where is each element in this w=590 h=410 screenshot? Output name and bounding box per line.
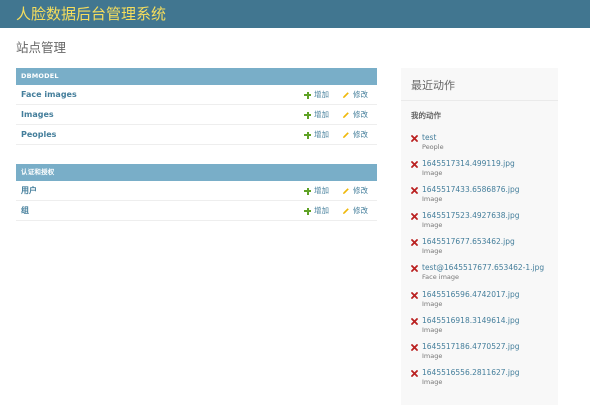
add-button[interactable]: 增加 [304,90,329,100]
delete-icon [411,343,418,351]
action-object-link[interactable]: 1645516918.3149614.jpg [422,316,520,326]
pencil-icon [343,132,349,138]
change-label: 修改 [353,206,368,215]
action-object-link[interactable]: 1645516596.4742017.jpg [422,290,520,300]
my-actions-heading: 我的动作 [411,111,441,120]
recent-actions-panel: 最近动作 我的动作 test People 1645517314.499119.… [401,68,558,405]
add-label: 增加 [314,130,329,139]
module-dbmodel: DBMODEL Face images 增加 修改 Images 增加 修改 P… [16,68,377,145]
delete-icon [411,239,418,247]
divider [401,100,558,101]
list-item: 1645517677.653462.jpg Image [411,237,556,263]
list-item: 1645517433.6586876.jpg Image [411,185,556,211]
change-label: 修改 [353,110,368,119]
recent-actions-title: 最近动作 [411,79,455,92]
list-item: 1645517186.4770527.jpg Image [411,342,556,368]
action-content-type: Image [422,325,443,334]
model-link-face-images[interactable]: Face images [21,90,77,100]
table-row: 用户 增加 修改 [16,181,377,201]
site-brand-link[interactable]: 人脸数据后台管理系统 [16,4,166,24]
action-content-type: Image [422,247,443,256]
change-button[interactable]: 修改 [342,206,368,216]
action-object-link[interactable]: 1645517186.4770527.jpg [422,342,520,352]
add-icon [304,111,311,119]
change-label: 修改 [353,130,368,139]
add-button[interactable]: 增加 [304,130,329,140]
action-object-link[interactable]: 1645517523.4927638.jpg [422,211,520,221]
add-icon [304,187,311,195]
list-item: test@1645517677.653462-1.jpg Face image [411,263,556,289]
action-object-link[interactable]: 1645517314.499119.jpg [422,159,515,169]
delete-icon [411,187,418,195]
action-content-type: Image [422,195,443,204]
delete-icon [411,213,418,221]
list-item: 1645517314.499119.jpg Image [411,159,556,185]
module-caption[interactable]: DBMODEL [16,68,377,85]
add-label: 增加 [314,90,329,99]
add-button[interactable]: 增加 [304,110,329,120]
list-item: 1645516556.2811627.jpg Image [411,368,556,394]
model-link-groups[interactable]: 组 [21,206,29,216]
module-auth: 认证和授权 用户 增加 修改 组 增加 修改 [16,164,377,221]
table-row: Images 增加 修改 [16,105,377,125]
list-item: 1645516596.4742017.jpg Image [411,290,556,316]
change-button[interactable]: 修改 [342,110,368,120]
action-content-type: Image [422,169,443,178]
action-content-type: Face image [422,273,460,282]
add-button[interactable]: 增加 [304,206,329,216]
module-caption[interactable]: 认证和授权 [16,164,377,181]
action-object-link[interactable]: test [422,133,436,143]
list-item: 1645516918.3149614.jpg Image [411,316,556,342]
action-object-link[interactable]: 1645517677.653462.jpg [422,237,515,247]
change-label: 修改 [353,186,368,195]
delete-icon [411,291,418,299]
site-header: 人脸数据后台管理系统 [0,0,590,28]
add-icon [304,131,311,139]
add-icon [304,207,311,215]
change-button[interactable]: 修改 [342,90,368,100]
list-item: 1645517523.4927638.jpg Image [411,211,556,237]
action-content-type: People [422,143,444,151]
action-content-type: Image [422,299,443,308]
add-label: 增加 [314,206,329,215]
table-row: Face images 增加 修改 [16,85,377,105]
actions-list: test People 1645517314.499119.jpg Image … [411,133,556,394]
table-row: 组 增加 修改 [16,201,377,221]
pencil-icon [343,92,349,98]
change-button[interactable]: 修改 [342,186,368,196]
list-item: test People [411,133,556,159]
model-link-peoples[interactable]: Peoples [21,130,56,140]
add-icon [304,91,311,99]
action-content-type: Image [422,221,443,230]
delete-icon [411,161,418,168]
add-label: 增加 [314,110,329,119]
delete-icon [411,369,418,377]
delete-icon [411,265,418,273]
add-button[interactable]: 增加 [304,186,329,196]
delete-icon [411,317,418,325]
model-link-images[interactable]: Images [21,110,54,120]
delete-icon [411,135,418,142]
table-row: Peoples 增加 修改 [16,125,377,145]
pencil-icon [343,112,349,118]
action-content-type: Image [422,377,443,386]
page-title: 站点管理 [16,40,67,55]
add-label: 增加 [314,186,329,195]
change-label: 修改 [353,90,368,99]
pencil-icon [343,208,349,214]
pencil-icon [343,188,349,194]
action-object-link[interactable]: test@1645517677.653462-1.jpg [422,263,544,273]
action-content-type: Image [422,351,443,360]
model-link-users[interactable]: 用户 [21,186,37,196]
change-button[interactable]: 修改 [342,130,368,140]
action-object-link[interactable]: 1645516556.2811627.jpg [422,368,520,378]
action-object-link[interactable]: 1645517433.6586876.jpg [422,185,520,195]
